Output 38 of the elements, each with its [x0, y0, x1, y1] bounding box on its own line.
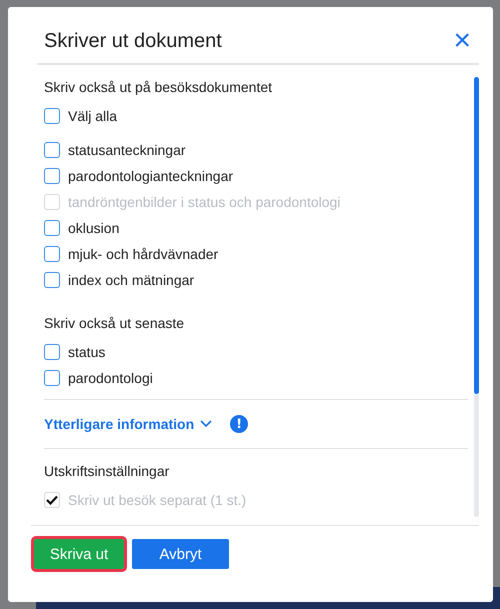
checkbox-label: statusanteckningar — [68, 142, 186, 158]
checkbox-label: parodontologi — [68, 370, 153, 386]
checkbox[interactable] — [44, 142, 60, 158]
checkbox-label: oklusion — [68, 220, 120, 236]
scrollbar[interactable] — [474, 77, 479, 517]
checkbox-label: tandröntgenbilder i status och parodontologi — [68, 194, 340, 210]
checkbox[interactable] — [44, 370, 60, 386]
checkbox[interactable] — [44, 272, 60, 288]
section-heading: Utskriftsinställningar — [44, 463, 170, 479]
checkbox[interactable] — [44, 246, 60, 262]
checkbox-label: parodontologianteckningar — [68, 168, 234, 184]
scrollbar-thumb[interactable] — [474, 77, 479, 394]
checkbox-label: mjuk- och hårdvävnader — [68, 246, 218, 262]
close-button[interactable]: × — [445, 26, 479, 56]
checkbox-row[interactable]: statusanteckningar — [44, 137, 468, 163]
checkbox-row[interactable]: oklusion — [44, 215, 468, 241]
more-info-toggle[interactable]: Ytterligare information — [44, 416, 212, 432]
section-heading: Skriv också ut på besöksdokumentet — [44, 79, 274, 95]
checkbox-label: Välj alla — [68, 108, 118, 124]
cancel-button[interactable]: Avbryt — [132, 539, 229, 569]
checkmark-icon — [46, 495, 58, 505]
checkbox[interactable] — [44, 220, 60, 236]
checkbox-label: status — [68, 344, 106, 360]
checkbox-label: Skriv ut besök separat (1 st.) — [68, 492, 246, 508]
checkbox[interactable] — [44, 168, 60, 184]
dialog-title: Skriver ut dokument — [44, 30, 222, 52]
checkbox-row[interactable]: index och mätningar — [44, 267, 468, 293]
section-heading: Skriv också ut senaste — [44, 315, 186, 331]
checkbox-row[interactable]: parodontologianteckningar — [44, 163, 468, 189]
chevron-icon — [200, 420, 212, 428]
checkbox[interactable] — [44, 108, 60, 124]
checkbox-row[interactable]: mjuk- och hårdvävnader — [44, 241, 468, 267]
checkbox-row[interactable]: parodontologi — [44, 365, 468, 391]
checkbox-row[interactable]: status — [44, 339, 468, 365]
checkbox-row[interactable]: Välj alla — [44, 103, 468, 129]
alert-badge: ! — [230, 415, 248, 433]
checkbox[interactable] — [44, 344, 60, 360]
checkbox-label: index och mätningar — [68, 272, 194, 288]
